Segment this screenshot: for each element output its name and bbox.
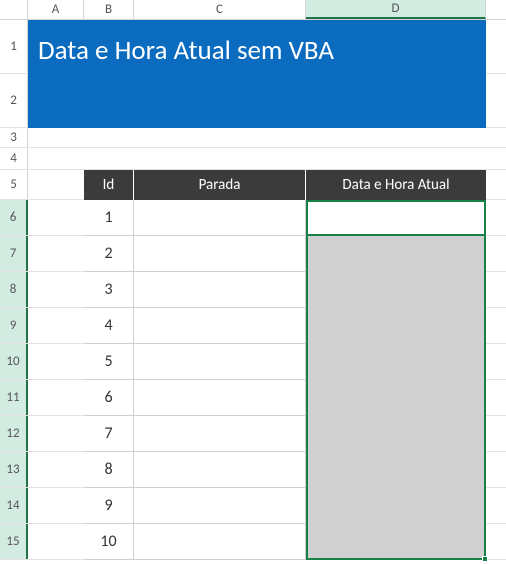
cell-parada[interactable]	[134, 452, 306, 488]
cell-datahora[interactable]	[306, 236, 486, 272]
cell-parada[interactable]	[134, 416, 306, 452]
cell-id[interactable]: 2	[84, 236, 134, 272]
col-header-a[interactable]: A	[28, 0, 84, 19]
cell-datahora[interactable]	[306, 200, 486, 236]
cell-id[interactable]: 1	[84, 200, 134, 236]
spreadsheet[interactable]: A B C D 1 2 3 4 5 6 7 8 9 10 11 12 13 14…	[0, 0, 506, 564]
cell-datahora[interactable]	[306, 524, 486, 560]
cell-parada[interactable]	[134, 380, 306, 416]
data-table: Id Parada Data e Hora Atual 1 2 3 4 5	[84, 170, 486, 560]
title-text: Data e Hora Atual sem VBA	[38, 34, 334, 67]
cell-id[interactable]: 8	[84, 452, 134, 488]
cell-parada[interactable]	[134, 272, 306, 308]
cell-id[interactable]: 10	[84, 524, 134, 560]
row-header-8[interactable]: 8	[0, 272, 28, 307]
cell-datahora[interactable]	[306, 308, 486, 344]
table-row: 7	[84, 416, 486, 452]
row-header-10[interactable]: 10	[0, 344, 28, 379]
cell-id[interactable]: 5	[84, 344, 134, 380]
title-banner: Data e Hora Atual sem VBA	[28, 20, 486, 128]
cell-datahora[interactable]	[306, 416, 486, 452]
select-all-corner[interactable]	[0, 0, 28, 19]
table-row: 8	[84, 452, 486, 488]
row-header-2[interactable]: 2	[0, 74, 28, 127]
row-header-11[interactable]: 11	[0, 380, 28, 415]
row-header-1[interactable]: 1	[0, 20, 28, 73]
table-row: 4	[84, 308, 486, 344]
row-header-7[interactable]: 7	[0, 236, 28, 271]
cell-id[interactable]: 3	[84, 272, 134, 308]
row-header-4[interactable]: 4	[0, 148, 28, 169]
table-row: 1	[84, 200, 486, 236]
column-headers: A B C D	[0, 0, 506, 20]
cell-datahora[interactable]	[306, 344, 486, 380]
table-row: 2	[84, 236, 486, 272]
row-header-15[interactable]: 15	[0, 524, 28, 559]
row-header-5[interactable]: 5	[0, 170, 28, 199]
row-header-6[interactable]: 6	[0, 200, 28, 235]
row-header-9[interactable]: 9	[0, 308, 28, 343]
table-row: 10	[84, 524, 486, 560]
table-header-parada[interactable]: Parada	[134, 170, 306, 200]
cell-datahora[interactable]	[306, 272, 486, 308]
table-row: 9	[84, 488, 486, 524]
cell-parada[interactable]	[134, 236, 306, 272]
table-row: 6	[84, 380, 486, 416]
col-header-d[interactable]: D	[306, 0, 486, 19]
col-header-b[interactable]: B	[84, 0, 134, 19]
table-header-datahora[interactable]: Data e Hora Atual	[306, 170, 486, 200]
table-header-id[interactable]: Id	[84, 170, 134, 200]
cell-parada[interactable]	[134, 200, 306, 236]
cell-id[interactable]: 9	[84, 488, 134, 524]
cell-datahora[interactable]	[306, 488, 486, 524]
fill-handle[interactable]	[482, 556, 488, 562]
col-header-c[interactable]: C	[134, 0, 306, 19]
row-header-13[interactable]: 13	[0, 452, 28, 487]
cell-id[interactable]: 6	[84, 380, 134, 416]
table-row: 3	[84, 272, 486, 308]
table-header-row: Id Parada Data e Hora Atual	[84, 170, 486, 200]
table-row: 5	[84, 344, 486, 380]
cell-parada[interactable]	[134, 524, 306, 560]
row-header-3[interactable]: 3	[0, 128, 28, 147]
cell-parada[interactable]	[134, 344, 306, 380]
row-header-14[interactable]: 14	[0, 488, 28, 523]
cell-id[interactable]: 7	[84, 416, 134, 452]
cell-datahora[interactable]	[306, 380, 486, 416]
cell-parada[interactable]	[134, 488, 306, 524]
cell-id[interactable]: 4	[84, 308, 134, 344]
cell-datahora[interactable]	[306, 452, 486, 488]
row-header-12[interactable]: 12	[0, 416, 28, 451]
cell-parada[interactable]	[134, 308, 306, 344]
